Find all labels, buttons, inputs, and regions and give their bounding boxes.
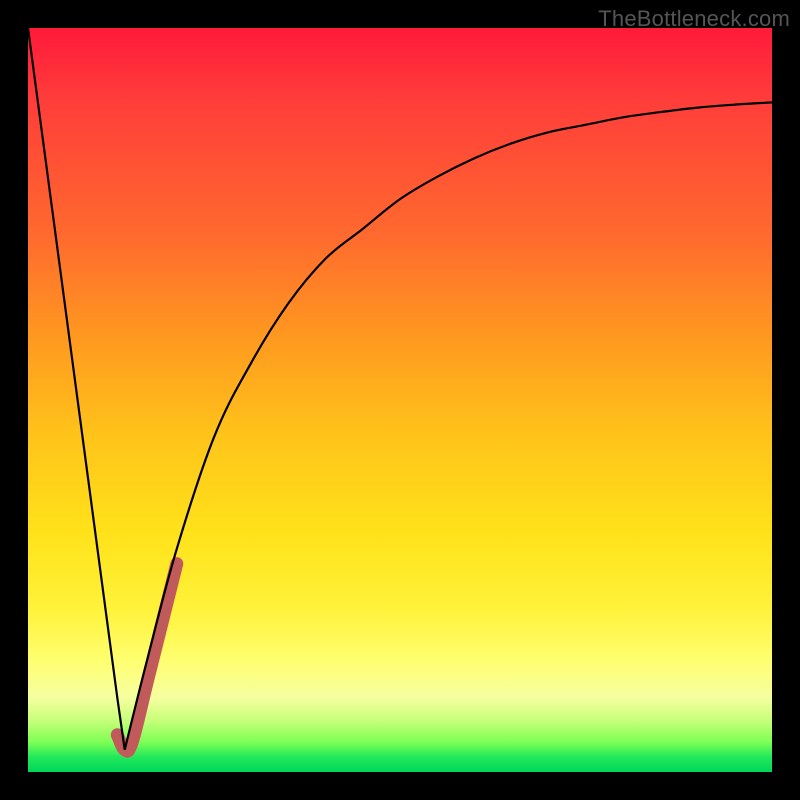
- hook-overlay: [117, 564, 177, 751]
- bottleneck-curve: [28, 28, 772, 750]
- chart-frame: TheBottleneck.com: [0, 0, 800, 800]
- plot-area: [28, 28, 772, 772]
- curve-layer: [28, 28, 772, 772]
